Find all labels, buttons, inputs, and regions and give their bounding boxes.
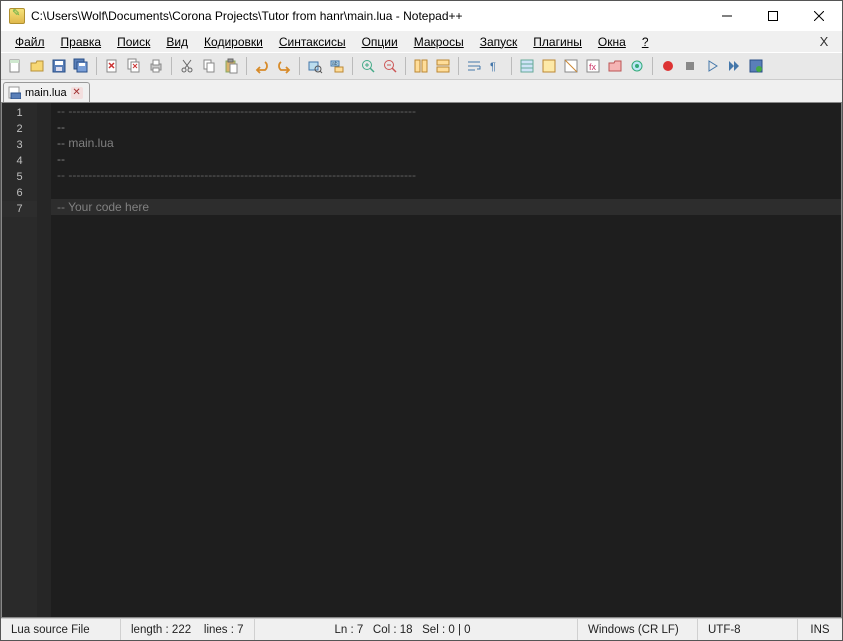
fold-margin — [37, 103, 51, 617]
menu-macros[interactable]: Макросы — [406, 33, 472, 51]
menu-run[interactable]: Запуск — [472, 33, 526, 51]
zoom-out-button[interactable] — [380, 56, 400, 76]
monitoring-button[interactable] — [627, 56, 647, 76]
line-number: 7 — [2, 201, 37, 217]
play-macro-button[interactable] — [702, 56, 722, 76]
svg-text:¶: ¶ — [490, 61, 496, 73]
zoom-in-button[interactable] — [358, 56, 378, 76]
cut-button[interactable] — [177, 56, 197, 76]
menu-view[interactable]: Вид — [158, 33, 196, 51]
show-all-chars-button[interactable]: ¶ — [486, 56, 506, 76]
line-number: 6 — [2, 185, 37, 201]
tab-close-icon[interactable]: ✕ — [71, 87, 83, 99]
save-all-button[interactable] — [71, 56, 91, 76]
menu-file[interactable]: Файл — [7, 33, 53, 51]
tab-bar: main.lua ✕ — [1, 80, 842, 102]
paste-button[interactable] — [221, 56, 241, 76]
stop-macro-button[interactable] — [680, 56, 700, 76]
doc-map-button[interactable] — [561, 56, 581, 76]
tab-main-lua[interactable]: main.lua ✕ — [3, 82, 90, 102]
status-encoding[interactable]: UTF-8 — [698, 619, 798, 640]
menu-options[interactable]: Опции — [354, 33, 406, 51]
code-area[interactable]: -- -------------------------------------… — [51, 103, 841, 617]
indent-guide-button[interactable] — [517, 56, 537, 76]
save-button[interactable] — [49, 56, 69, 76]
status-filetype: Lua source File — [1, 619, 121, 640]
mdi-close-icon[interactable]: X — [812, 34, 836, 49]
new-file-button[interactable] — [5, 56, 25, 76]
menu-edit[interactable]: Правка — [53, 33, 110, 51]
status-mode[interactable]: INS — [798, 619, 842, 640]
code-line: -- -------------------------------------… — [51, 103, 841, 119]
line-number: 5 — [2, 169, 37, 185]
editor[interactable]: 1 2 3 4 5 6 7 -- -----------------------… — [1, 102, 842, 618]
undo-button[interactable] — [252, 56, 272, 76]
copy-button[interactable] — [199, 56, 219, 76]
code-line — [51, 183, 841, 199]
file-icon — [8, 86, 21, 99]
close-file-button[interactable] — [102, 56, 122, 76]
line-number-gutter: 1 2 3 4 5 6 7 — [2, 103, 37, 617]
svg-text:fx: fx — [589, 62, 597, 72]
status-eol[interactable]: Windows (CR LF) — [578, 619, 698, 640]
sync-h-button[interactable] — [433, 56, 453, 76]
code-line: -- main.lua — [51, 135, 841, 151]
tab-label: main.lua — [25, 87, 67, 99]
menu-bar: Файл Правка Поиск Вид Кодировки Синтакси… — [1, 31, 842, 52]
menu-encoding[interactable]: Кодировки — [196, 33, 271, 51]
folder-workspace-button[interactable] — [605, 56, 625, 76]
status-length: length : 222 lines : 7 — [121, 619, 255, 640]
window-title: C:\Users\Wolf\Documents\Corona Projects\… — [31, 9, 463, 23]
code-line: -- — [51, 119, 841, 135]
svg-text:ab: ab — [332, 61, 338, 67]
close-button[interactable] — [796, 1, 842, 31]
code-line: -- -------------------------------------… — [51, 167, 841, 183]
replace-button[interactable]: ab — [327, 56, 347, 76]
redo-button[interactable] — [274, 56, 294, 76]
sync-v-button[interactable] — [411, 56, 431, 76]
toolbar: ab ¶ fx — [1, 52, 842, 80]
line-number: 4 — [2, 153, 37, 169]
save-macro-button[interactable] — [746, 56, 766, 76]
menu-windows[interactable]: Окна — [590, 33, 634, 51]
function-list-button[interactable]: fx — [583, 56, 603, 76]
menu-syntax[interactable]: Синтаксисы — [271, 33, 354, 51]
find-button[interactable] — [305, 56, 325, 76]
menu-help[interactable]: ? — [634, 33, 657, 51]
menu-search[interactable]: Поиск — [109, 33, 158, 51]
title-bar: C:\Users\Wolf\Documents\Corona Projects\… — [1, 1, 842, 31]
print-button[interactable] — [146, 56, 166, 76]
line-number: 3 — [2, 137, 37, 153]
open-file-button[interactable] — [27, 56, 47, 76]
menu-plugins[interactable]: Плагины — [525, 33, 590, 51]
code-line: -- Your code here — [51, 199, 841, 215]
close-all-button[interactable] — [124, 56, 144, 76]
status-position: Ln : 7 Col : 18 Sel : 0 | 0 — [255, 619, 578, 640]
record-macro-button[interactable] — [658, 56, 678, 76]
play-multi-button[interactable] — [724, 56, 744, 76]
code-line: -- — [51, 151, 841, 167]
line-number: 2 — [2, 121, 37, 137]
user-lang-button[interactable] — [539, 56, 559, 76]
maximize-button[interactable] — [750, 1, 796, 31]
status-bar: Lua source File length : 222 lines : 7 L… — [1, 618, 842, 640]
wordwrap-button[interactable] — [464, 56, 484, 76]
minimize-button[interactable] — [704, 1, 750, 31]
line-number: 1 — [2, 105, 37, 121]
app-icon — [9, 8, 25, 24]
